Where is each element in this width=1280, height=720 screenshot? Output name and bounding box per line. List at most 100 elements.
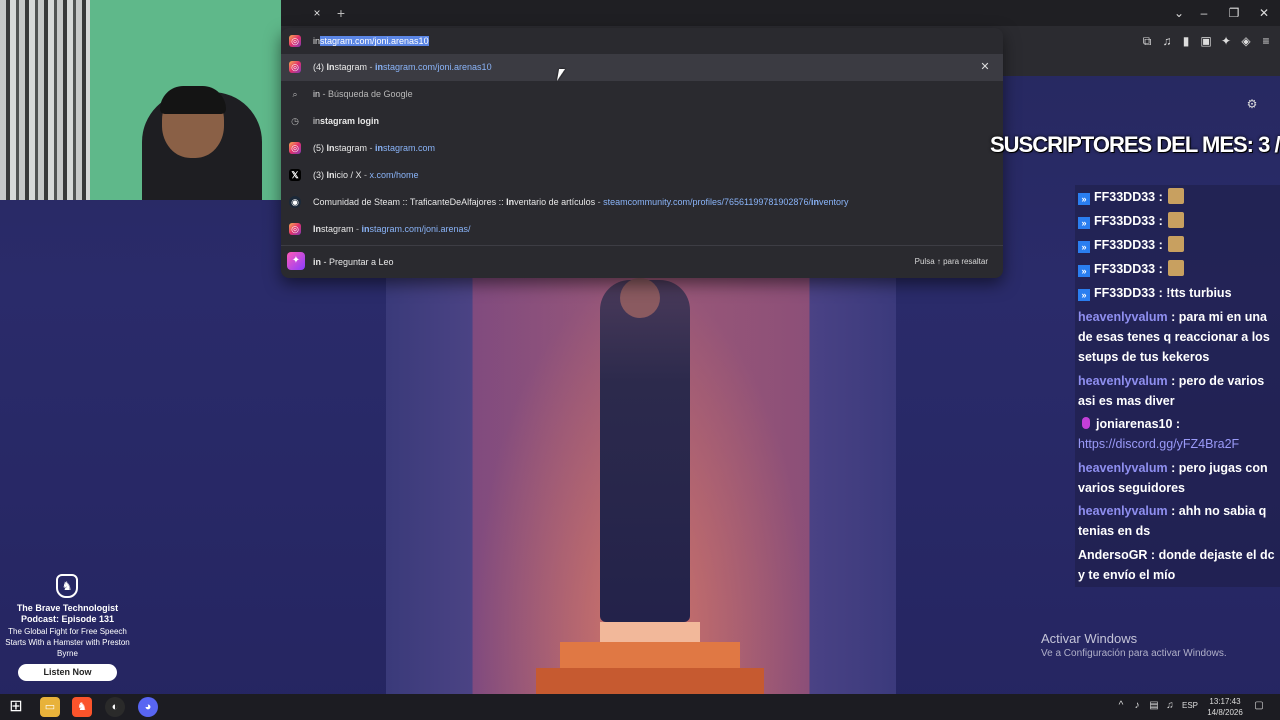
taskbar	[0, 694, 1280, 720]
remove-suggestion-icon[interactable]: ✕	[979, 61, 991, 73]
minimize-button[interactable]: –	[1194, 4, 1214, 22]
autocomplete-selection: stagram.com/joni.arenas10	[320, 36, 429, 46]
instagram-icon: ◎	[289, 35, 301, 47]
ad-subtitle: The Global Fight for Free Speech Starts …	[5, 627, 130, 658]
url-match: in	[810, 197, 819, 207]
chat-message: » FF33DD33 :	[1078, 187, 1278, 207]
chat-message: » FF33DD33 :	[1078, 211, 1278, 231]
ask-leo-row[interactable]: ✦ in - Preguntar a Leo Pulsa ↑ para resa…	[281, 247, 1003, 278]
leo-icon[interactable]: ✦	[1218, 33, 1234, 49]
leo-hint: Pulsa ↑ para resaltar	[914, 257, 988, 266]
suggestion-url: stagram.com/joni.arenas/	[369, 224, 471, 234]
wallet-icon[interactable]: ▣	[1198, 33, 1214, 49]
suggestion-match: In	[326, 170, 335, 180]
clock-date: 14/8/2026	[1207, 708, 1243, 717]
suggestion-prefix: (4)	[313, 62, 327, 72]
windows-start-icon[interactable]: ⊞	[6, 697, 26, 717]
mouse-cursor	[556, 69, 572, 81]
network-icon[interactable]: ▤	[1148, 699, 1160, 713]
menu-icon[interactable]: ≡	[1258, 33, 1274, 49]
suggestion-row[interactable]: ⌕ in - Búsqueda de Google	[281, 81, 1003, 108]
chat-separator: :	[1155, 214, 1167, 228]
instagram-icon: ◎	[289, 223, 301, 235]
tab-bar	[281, 0, 1280, 26]
twitch-badge-icon: »	[1078, 193, 1090, 205]
suggestion-row[interactable]: 𝕏 (3) Inicio / X - x.com/home	[281, 162, 1003, 189]
leo-query: in	[313, 257, 321, 267]
suggestion-prefix: (5)	[313, 143, 327, 153]
suggestion-url: x.com/home	[369, 170, 419, 180]
volume-icon[interactable]: ♫	[1164, 699, 1176, 713]
separator: -	[367, 143, 376, 153]
address-bar[interactable]: ◎ instagram.com/joni.arenas10	[281, 28, 1003, 54]
suggestion-match: In	[313, 224, 321, 234]
chevron-up-icon[interactable]: ^	[1116, 699, 1126, 713]
chat-text: !tts turbius	[1166, 286, 1232, 300]
chat-username: joniarenas10	[1096, 417, 1173, 431]
brave-lion-icon: ♞	[56, 574, 78, 598]
chat-link[interactable]: https://discord.gg/yFZ4Bra2F	[1078, 437, 1239, 451]
chat-message: heavenlyvalum : para mi en una de esas t…	[1078, 307, 1278, 367]
suggestion-query: in	[313, 89, 321, 99]
twitch-badge-icon: »	[1078, 265, 1090, 277]
chat-username: AndersoGR	[1078, 548, 1148, 562]
suggestion-row[interactable]: ◷ instagram login	[281, 108, 1003, 135]
activate-windows-title: Activar Windows	[1041, 631, 1138, 646]
discord-icon[interactable]: ◕	[138, 697, 158, 717]
chat-username: heavenlyvalum	[1078, 504, 1168, 518]
webcam-feed	[0, 0, 281, 200]
suggestion-title: stagram	[334, 62, 368, 72]
language-indicator[interactable]: ESP	[1182, 699, 1198, 713]
microphone-badge-icon	[1082, 417, 1090, 429]
leo-label: - Preguntar a Leo	[321, 257, 394, 267]
vpn-icon[interactable]: ◈	[1238, 33, 1254, 49]
close-window-button[interactable]: ✕	[1254, 4, 1274, 22]
twitch-badge-icon: »	[1078, 241, 1090, 253]
chat-username: FF33DD33	[1094, 286, 1156, 300]
notifications-icon[interactable]: ▢	[1252, 699, 1266, 713]
file-explorer-icon[interactable]: ▭	[40, 697, 60, 717]
suggestion-row[interactable]: ◎ (4) Instagram - instagram.com/joni.are…	[281, 54, 1003, 81]
suggestion-row[interactable]: ◎ Instagram - instagram.com/joni.arenas/	[281, 216, 1003, 243]
gear-icon[interactable]: ⚙	[1245, 97, 1259, 111]
figure-head	[620, 278, 660, 318]
search-icon: ⌕	[292, 89, 298, 99]
restore-button[interactable]: ❐	[1224, 4, 1244, 22]
suggestion-url: stagram.com/joni.arenas10	[383, 62, 492, 72]
ad-title: The Brave Technologist Podcast: Episode …	[16, 603, 119, 624]
chat-message: heavenlyvalum : pero de varios asi es ma…	[1078, 371, 1278, 411]
separator: -	[367, 62, 376, 72]
chat-separator: :	[1155, 262, 1167, 276]
chat-separator: :	[1147, 548, 1159, 562]
media-icon[interactable]: ♫	[1159, 33, 1175, 49]
brave-browser-icon[interactable]: ♞	[72, 697, 92, 717]
suggestion-url: stagram.com	[383, 143, 436, 153]
chat-separator: :	[1155, 190, 1167, 204]
separator: -	[595, 197, 604, 207]
suggestion-title-prefix: Comunidad de Steam :: TraficanteDeAlfajo…	[313, 197, 507, 207]
listen-now-button[interactable]: Listen Now	[18, 664, 117, 681]
microphone-icon[interactable]: ♪	[1132, 699, 1142, 713]
tab-search-icon[interactable]: ⌄	[1169, 4, 1189, 22]
suggestion-match: In	[326, 62, 335, 72]
extensions-icon[interactable]: ⧉	[1139, 33, 1155, 49]
divider	[281, 245, 1003, 246]
desktop: × + ⌄ – ❐ ✕ ⧉ ♫ ▮ ▣ ✦ ◈ ≡ ◎ instagram.co…	[0, 0, 1280, 720]
suggestion-row[interactable]: ◎ (5) Instagram - instagram.com	[281, 135, 1003, 162]
close-tab-icon[interactable]: ×	[310, 6, 324, 20]
suggestion-title: icio / X	[334, 170, 362, 180]
chat-message: » FF33DD33 : !tts turbius	[1078, 283, 1278, 303]
new-tab-button[interactable]: +	[334, 5, 348, 21]
system-clock[interactable]: 13:17:43 14/8/2026	[1200, 696, 1250, 718]
chat-separator: :	[1172, 417, 1181, 431]
steam-icon: ◉	[289, 196, 301, 208]
sidebar-icon[interactable]: ▮	[1178, 33, 1194, 49]
obs-icon[interactable]: ◐	[105, 697, 125, 717]
address-input[interactable]: ◎ instagram.com/joni.arenas10	[281, 28, 1003, 54]
pedestal-top	[600, 622, 700, 644]
history-icon: ◷	[291, 116, 299, 126]
instagram-icon: ◎	[289, 61, 301, 73]
chat-username: FF33DD33	[1094, 262, 1156, 276]
suggestion-query: in	[313, 116, 321, 126]
suggestion-row[interactable]: ◉ Comunidad de Steam :: TraficanteDeAlfa…	[281, 189, 1003, 216]
